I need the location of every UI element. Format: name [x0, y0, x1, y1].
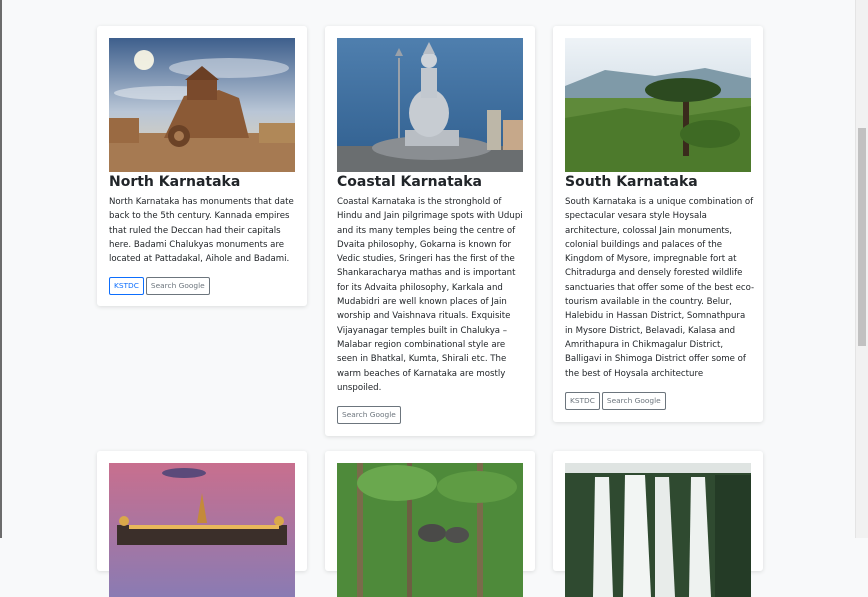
card-south-karnataka: South Karnataka South Karnataka is a uni…: [553, 26, 763, 422]
card-description: North Karnataka has monuments that date …: [109, 197, 294, 265]
window-edge: [0, 0, 2, 538]
south-karnataka-image: [565, 38, 751, 172]
card-actions: KSTDC Search Google: [565, 392, 666, 410]
kstdc-button[interactable]: KSTDC: [565, 392, 600, 410]
card-forest: [325, 451, 535, 597]
search-google-button[interactable]: Search Google: [337, 406, 401, 424]
search-google-button[interactable]: Search Google: [145, 277, 210, 295]
kstdc-button[interactable]: KSTDC: [109, 277, 144, 295]
card-title: North Karnataka: [109, 174, 241, 190]
north-karnataka-image: [109, 38, 295, 172]
card-actions: KSTDC Search Google: [109, 277, 210, 295]
card-description: Coastal Karnataka is the stronghold of H…: [337, 197, 523, 393]
card-title: Coastal Karnataka: [337, 174, 482, 190]
card-coastal-karnataka: Coastal Karnataka Coastal Karnataka is t…: [325, 26, 535, 436]
card-actions: Search Google: [337, 406, 401, 424]
waterfall-image: [565, 463, 751, 597]
forest-elephants-image: [337, 463, 523, 597]
scrollbar-thumb[interactable]: [858, 128, 866, 346]
card-title: South Karnataka: [565, 174, 698, 190]
palace-image: [109, 463, 295, 597]
card-description: South Karnataka is a unique combination …: [565, 197, 755, 379]
card-waterfall: [553, 451, 763, 597]
card-palace: [97, 451, 307, 597]
coastal-karnataka-image: [337, 38, 523, 172]
search-google-button[interactable]: Search Google: [601, 392, 666, 410]
card-north-karnataka: North Karnataka North Karnataka has monu…: [97, 26, 307, 306]
vertical-scrollbar[interactable]: [855, 0, 868, 538]
